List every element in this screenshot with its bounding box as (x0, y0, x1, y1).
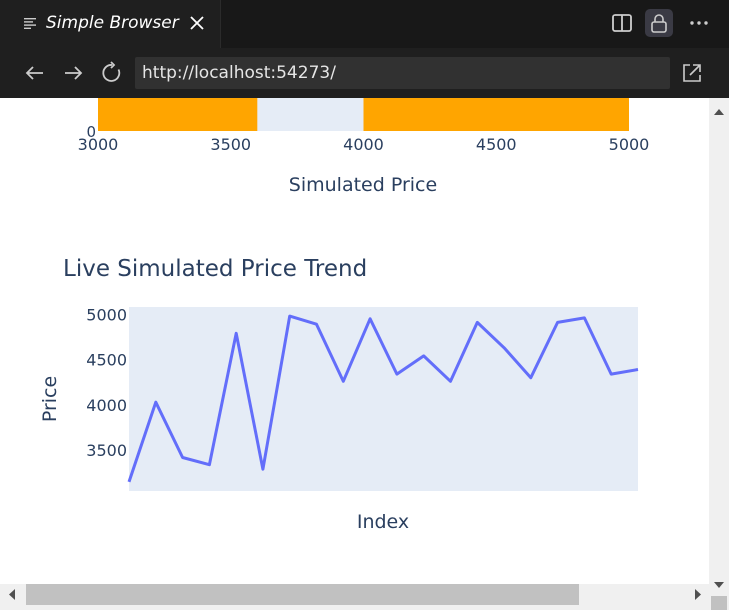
histogram-x-tick-3: 4500 (476, 135, 517, 154)
line-chart-y-tick-0: 3500 (86, 441, 127, 460)
line-chart-y-tick-1: 4000 (86, 396, 127, 415)
histogram-bar-1 (363, 98, 629, 131)
scroll-right-arrow-icon[interactable] (688, 584, 708, 605)
vertical-scroll-thumb[interactable] (711, 596, 727, 610)
histogram-x-ticks: 3000 3500 4000 4500 5000 (78, 135, 650, 154)
more-actions-icon[interactable] (685, 9, 713, 37)
page-viewport: 0 3000 3500 4000 4500 5000 Simulated Price L… (0, 98, 709, 584)
horizontal-scrollbar[interactable] (0, 584, 709, 610)
histogram-bar-0 (98, 98, 258, 131)
close-icon[interactable] (186, 12, 208, 34)
lock-button[interactable] (645, 9, 673, 37)
line-chart-y-ticks: 3500 4000 4500 5000 (86, 305, 127, 460)
horizontal-scroll-thumb[interactable] (26, 584, 579, 605)
tab-title: Simple Browser (46, 13, 179, 33)
line-chart-y-axis-title: Price (39, 376, 61, 422)
histogram-x-tick-1: 3500 (210, 135, 251, 154)
tab-simple-browser[interactable]: Simple Browser (0, 0, 221, 48)
lock-icon (651, 14, 667, 33)
preview-icon (24, 18, 36, 29)
tab-bar: Simple Browser (0, 0, 729, 48)
line-chart-title: Live Simulated Price Trend (63, 256, 367, 282)
open-in-browser-icon[interactable] (680, 61, 704, 85)
histogram-bars (98, 98, 629, 131)
histogram-x-tick-2: 4000 (343, 135, 384, 154)
forward-arrow-icon[interactable] (61, 61, 85, 85)
vertical-scrollbar[interactable] (709, 98, 729, 610)
plot-area: 0 3000 3500 4000 4500 5000 Simulated Price L… (39, 98, 650, 533)
url-text: http://localhost:54273/ (142, 63, 336, 83)
scroll-left-arrow-icon[interactable] (2, 584, 22, 605)
split-editor-icon[interactable] (608, 9, 636, 37)
scroll-down-arrow-icon[interactable] (709, 575, 729, 595)
back-arrow-icon[interactable] (23, 61, 47, 85)
line-chart-y-tick-3: 5000 (86, 305, 127, 324)
histogram-x-axis-title: Simulated Price (289, 174, 437, 196)
line-chart-y-tick-2: 4500 (86, 351, 127, 370)
histogram-x-tick-0: 3000 (78, 135, 119, 154)
line-chart-x-axis-title: Index (357, 511, 409, 533)
reload-icon[interactable] (100, 61, 124, 85)
histogram-x-tick-4: 5000 (609, 135, 650, 154)
url-input[interactable]: http://localhost:54273/ (135, 57, 670, 89)
scroll-up-arrow-icon[interactable] (709, 102, 729, 122)
